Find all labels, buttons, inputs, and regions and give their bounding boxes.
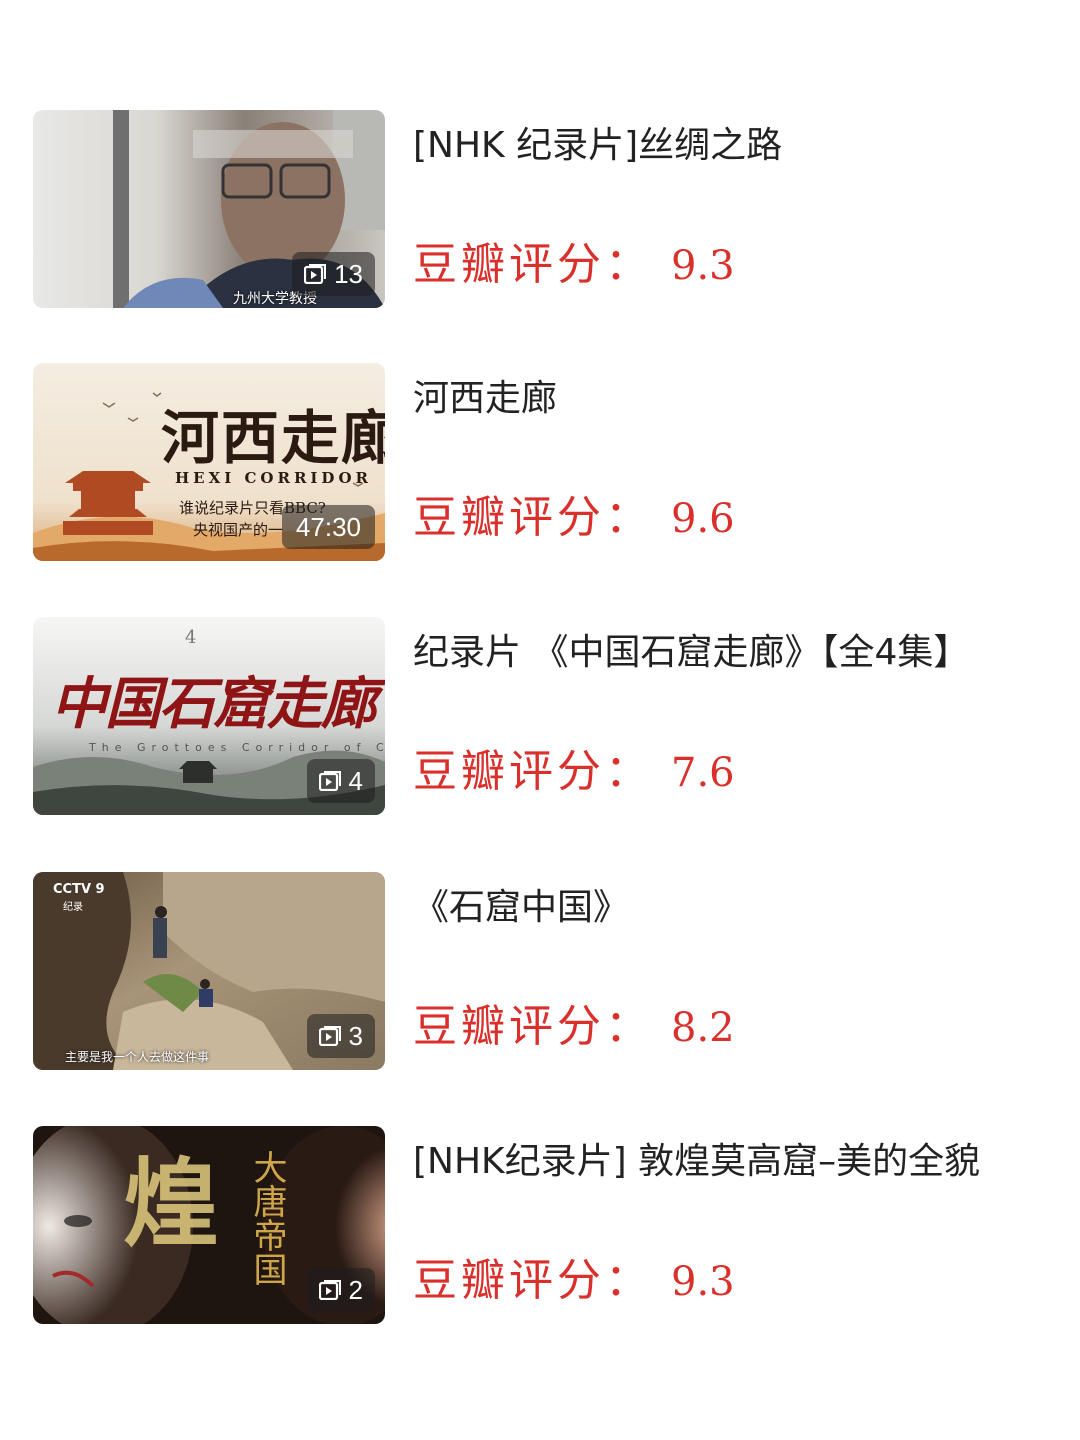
rating-value: 7.6	[671, 750, 735, 796]
episode-count: 13	[334, 258, 363, 289]
rating-label: 豆瓣评分：	[413, 1255, 653, 1306]
thumbnail-title: 煌	[123, 1147, 219, 1260]
list-item[interactable]: CCTV 9 纪录 主要是我一个人去做这件事 3 《石窟中国》 豆瓣评分： 8.2	[0, 872, 1080, 1072]
douban-rating: 豆瓣评分： 7.6	[413, 735, 735, 799]
channel-logo-sub: 纪录	[63, 902, 83, 913]
video-thumbnail[interactable]: CCTV 9 纪录 主要是我一个人去做这件事 3	[33, 872, 385, 1070]
video-title[interactable]: 河西走廊	[413, 369, 557, 421]
episode-count: 3	[348, 1020, 363, 1051]
thumbnail-subtitle: The Grottoes Corridor of China	[89, 741, 385, 754]
douban-rating: 豆瓣评分： 9.3	[413, 228, 735, 292]
video-title[interactable]: 纪录片 《中国石窟走廊》【全4集】	[413, 623, 969, 675]
video-thumbnail[interactable]: 河西走廊 HEXI CORRIDOR 谁说纪录片只看BBC? 央视国产的一 47…	[33, 363, 385, 561]
episode-count: 4	[348, 765, 363, 796]
rating-value: 9.3	[671, 1259, 735, 1305]
douban-rating: 豆瓣评分： 9.6	[413, 481, 735, 545]
rating-value: 8.2	[671, 1005, 735, 1051]
rating-label: 豆瓣评分：	[413, 239, 653, 290]
video-thumbnail[interactable]: 九州大学教授 13	[33, 110, 385, 308]
episode-count-badge: 2	[306, 1268, 375, 1312]
rating-value: 9.6	[671, 496, 735, 542]
thumbnail-title: 河西走廊	[161, 404, 385, 472]
playlist-icon	[304, 264, 327, 284]
video-thumbnail[interactable]: 4 中国石窟走廊 The Grottoes Corridor of China …	[33, 617, 385, 815]
thumbnail-subtitle: HEXI CORRIDOR	[175, 469, 372, 487]
list-item[interactable]: 煌 大唐帝国 2 [NHK纪录片] 敦煌莫高窟–美的全貌 豆瓣评分： 9.3	[0, 1126, 1080, 1326]
thumbnail-episode-mark: 4	[185, 627, 197, 648]
thumbnail-line: 央视国产的一	[193, 521, 284, 539]
thumbnail-subtitle: 大唐帝国	[247, 1150, 287, 1286]
episode-count: 2	[348, 1274, 363, 1305]
video-title[interactable]: [NHK 纪录片]丝绸之路	[413, 116, 782, 168]
documentary-list: 九州大学教授 13 [NHK 纪录片]丝绸之路 豆瓣评分： 9.3 河西走廊 H…	[0, 0, 1080, 1440]
episode-count-badge: 4	[306, 759, 375, 803]
thumbnail-title: 中国石窟走廊	[51, 671, 377, 737]
list-item[interactable]: 4 中国石窟走廊 The Grottoes Corridor of China …	[0, 617, 1080, 817]
duration-badge: 47:30	[281, 505, 375, 549]
thumbnail-caption: 主要是我一个人去做这件事	[65, 1050, 210, 1064]
douban-rating: 豆瓣评分： 8.2	[413, 990, 735, 1054]
playlist-icon	[318, 1026, 341, 1046]
douban-rating: 豆瓣评分： 9.3	[413, 1244, 735, 1308]
playlist-icon	[318, 1280, 341, 1300]
list-item[interactable]: 九州大学教授 13 [NHK 纪录片]丝绸之路 豆瓣评分： 9.3	[0, 110, 1080, 310]
episode-count-badge: 13	[292, 252, 375, 296]
video-thumbnail[interactable]: 煌 大唐帝国 2	[33, 1126, 385, 1324]
channel-logo: CCTV 9	[53, 882, 105, 897]
video-title[interactable]: 《石窟中国》	[413, 878, 629, 930]
list-item[interactable]: 河西走廊 HEXI CORRIDOR 谁说纪录片只看BBC? 央视国产的一 47…	[0, 363, 1080, 563]
rating-value: 9.3	[671, 243, 735, 289]
video-title[interactable]: [NHK纪录片] 敦煌莫高窟–美的全貌	[413, 1132, 980, 1184]
playlist-icon	[318, 771, 341, 791]
episode-count-badge: 3	[306, 1014, 375, 1058]
rating-label: 豆瓣评分：	[413, 492, 653, 543]
rating-label: 豆瓣评分：	[413, 746, 653, 797]
video-duration: 47:30	[295, 511, 361, 542]
rating-label: 豆瓣评分：	[413, 1001, 653, 1052]
